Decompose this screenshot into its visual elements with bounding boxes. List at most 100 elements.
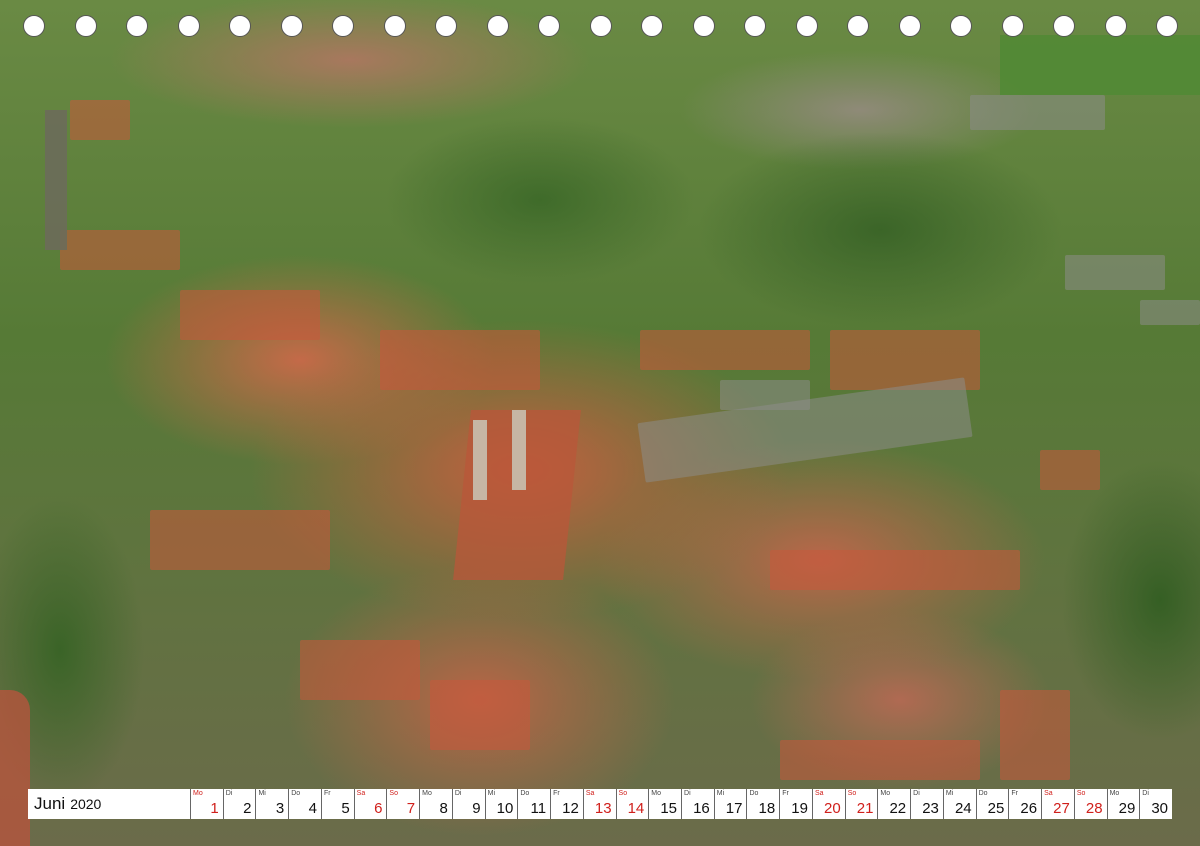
day-number: 5 bbox=[341, 800, 350, 817]
day-cell: Do 11 bbox=[517, 789, 550, 819]
day-cell: Mi 3 bbox=[255, 789, 288, 819]
day-of-week: So bbox=[389, 790, 398, 797]
day-number: 30 bbox=[1151, 800, 1169, 817]
day-number: 15 bbox=[660, 800, 678, 817]
day-number: 12 bbox=[562, 800, 579, 817]
day-number: 19 bbox=[791, 800, 808, 817]
day-number: 29 bbox=[1118, 800, 1136, 817]
roof-block bbox=[380, 330, 540, 390]
day-cell: Sa 6 bbox=[353, 789, 387, 819]
binding-hole bbox=[1104, 15, 1127, 37]
day-number: 1 bbox=[210, 800, 219, 817]
binding-hole bbox=[280, 15, 303, 37]
day-number: 6 bbox=[374, 800, 383, 817]
day-of-week: Mi bbox=[945, 790, 954, 797]
binding-hole bbox=[795, 15, 818, 37]
day-cell: Mo 15 bbox=[648, 789, 681, 819]
day-number: 22 bbox=[889, 800, 907, 817]
market-square bbox=[720, 380, 810, 410]
day-of-week: So bbox=[847, 790, 857, 797]
day-cell: Fr 12 bbox=[550, 789, 583, 819]
day-of-week: Fr bbox=[323, 790, 331, 797]
day-number: 2 bbox=[243, 800, 252, 817]
binding-hole bbox=[74, 15, 97, 37]
day-of-week: Sa bbox=[1044, 790, 1053, 797]
binding-hole bbox=[589, 15, 612, 37]
binding-hole bbox=[641, 15, 663, 37]
church-tower bbox=[473, 420, 487, 500]
day-number: 10 bbox=[496, 800, 514, 817]
day-of-week: Fr bbox=[1011, 790, 1018, 797]
month-year: 2020 bbox=[70, 796, 102, 812]
day-of-week: Sa bbox=[356, 790, 366, 797]
binding-hole bbox=[332, 15, 354, 37]
calendar-strip: Juni 2020 Mo 1 Di 2 Mi 3 Do 4 Fr 5 Sa 6 So 7 Mo 8 Di 9 Mi 1… bbox=[28, 789, 1172, 819]
day-number: 26 bbox=[1020, 800, 1038, 817]
day-cell: Di 9 bbox=[451, 789, 485, 819]
binding-hole bbox=[126, 15, 148, 37]
roof-block bbox=[1000, 690, 1070, 780]
binding-hole bbox=[1156, 15, 1178, 37]
binding-hole bbox=[435, 15, 457, 37]
binding-hole bbox=[177, 15, 200, 37]
day-of-week: Di bbox=[1142, 790, 1149, 797]
day-of-week: Mo bbox=[422, 790, 432, 797]
day-cell: Mi 17 bbox=[713, 789, 747, 819]
day-number: 20 bbox=[824, 800, 841, 817]
day-cell: So 7 bbox=[386, 789, 419, 819]
day-cell: Do 18 bbox=[746, 789, 779, 819]
day-cell: So 28 bbox=[1073, 789, 1107, 819]
roof-block bbox=[300, 640, 420, 700]
day-number: 14 bbox=[627, 800, 645, 817]
day-number: 11 bbox=[530, 800, 547, 817]
day-of-week: Sa bbox=[585, 790, 595, 797]
day-of-week: Fr bbox=[782, 790, 789, 797]
binding-hole bbox=[538, 15, 560, 37]
day-of-week: Di bbox=[454, 790, 462, 797]
church-tower bbox=[512, 410, 526, 490]
roof-block bbox=[640, 330, 810, 370]
day-cell: Sa 13 bbox=[582, 789, 616, 819]
building-block bbox=[970, 95, 1105, 130]
roof-block bbox=[780, 740, 980, 780]
day-of-week: Mo bbox=[193, 790, 203, 797]
day-cell: Di 2 bbox=[222, 789, 256, 819]
day-cell: Sa 27 bbox=[1041, 789, 1074, 819]
day-of-week: So bbox=[618, 790, 628, 797]
day-number: 16 bbox=[693, 800, 710, 817]
binding-hole bbox=[847, 15, 869, 37]
roof-block bbox=[430, 680, 530, 750]
building-block bbox=[1140, 300, 1200, 325]
roof-block bbox=[150, 510, 330, 570]
day-of-week: Di bbox=[684, 790, 691, 797]
building-block bbox=[1065, 255, 1165, 290]
day-number: 18 bbox=[758, 800, 776, 817]
day-number: 8 bbox=[439, 800, 448, 817]
day-cells: Mo 1 Di 2 Mi 3 Do 4 Fr 5 Sa 6 So 7 Mo 8 Di 9 Mi 10 Do 11 Fr 12 S… bbox=[190, 789, 1172, 819]
day-of-week: Do bbox=[520, 790, 530, 797]
day-number: 21 bbox=[856, 800, 874, 817]
day-cell: Do 25 bbox=[975, 789, 1009, 819]
roof-block bbox=[180, 290, 320, 340]
binding-hole bbox=[1001, 15, 1024, 37]
day-of-week: Do bbox=[291, 790, 301, 797]
binding-hole bbox=[950, 15, 972, 37]
day-number: 13 bbox=[594, 800, 612, 817]
roof-block bbox=[70, 100, 130, 140]
aerial-town-photo bbox=[0, 0, 1200, 846]
day-cell: Mo 29 bbox=[1106, 789, 1140, 819]
day-number: 4 bbox=[308, 800, 317, 817]
binding-hole bbox=[744, 15, 766, 37]
day-number: 25 bbox=[987, 800, 1005, 817]
day-cell: Fr 5 bbox=[320, 789, 354, 819]
roof-block bbox=[60, 230, 180, 270]
day-cell: So 14 bbox=[615, 789, 649, 819]
day-of-week: Do bbox=[749, 790, 759, 797]
month-label: Juni 2020 bbox=[28, 789, 190, 819]
day-cell: Mo 1 bbox=[190, 789, 223, 819]
binding-hole bbox=[1053, 15, 1075, 37]
running-track bbox=[0, 690, 30, 846]
day-cell: Di 30 bbox=[1139, 789, 1172, 819]
day-number: 17 bbox=[725, 800, 743, 817]
day-cell: Sa 20 bbox=[811, 789, 845, 819]
